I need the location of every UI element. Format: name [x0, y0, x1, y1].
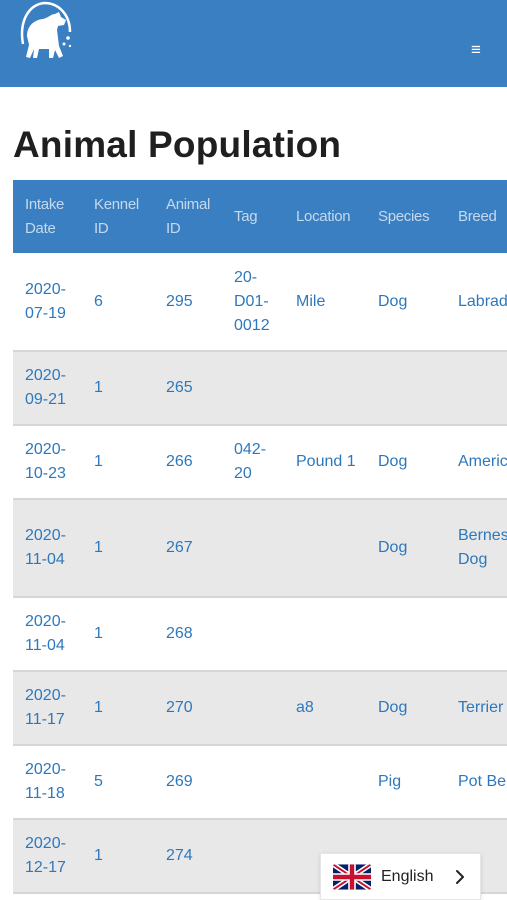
- cell-kennel-id[interactable]: 1: [82, 819, 154, 894]
- cell-location[interactable]: [284, 597, 366, 672]
- cell-location[interactable]: [284, 499, 366, 598]
- cell-location[interactable]: a8: [284, 671, 366, 746]
- cell-animal-id[interactable]: 268: [154, 597, 222, 672]
- cell-intake-date[interactable]: 2020-12-17: [13, 819, 82, 894]
- cell-species[interactable]: [366, 351, 446, 426]
- cell-location[interactable]: [284, 745, 366, 820]
- table-row[interactable]: 2020-09-21 1 265: [13, 351, 507, 426]
- page-title: Animal Population: [13, 124, 342, 165]
- cell-location[interactable]: Mile: [284, 253, 366, 352]
- cell-tag[interactable]: [222, 597, 284, 672]
- cell-animal-id[interactable]: 266: [154, 425, 222, 500]
- cell-kennel-id[interactable]: 1: [82, 425, 154, 500]
- column-header-breed[interactable]: Breed: [446, 180, 507, 253]
- table-header-row: Intake Date Kennel ID Animal ID Tag Loca…: [13, 180, 507, 253]
- animal-table: Intake Date Kennel ID Animal ID Tag Loca…: [13, 180, 507, 894]
- cell-breed[interactable]: Bernes Mount Dog: [446, 499, 507, 598]
- cell-tag[interactable]: [222, 819, 284, 894]
- cell-animal-id[interactable]: 270: [154, 671, 222, 746]
- cell-animal-id[interactable]: 274: [154, 819, 222, 894]
- column-header-location[interactable]: Location: [284, 180, 366, 253]
- cell-kennel-id[interactable]: 1: [82, 671, 154, 746]
- top-navbar: ≡: [0, 0, 507, 87]
- cell-kennel-id[interactable]: 1: [82, 499, 154, 598]
- cell-tag[interactable]: [222, 671, 284, 746]
- table-row[interactable]: 2020-11-18 5 269 Pig Pot Be: [13, 745, 507, 820]
- column-header-species[interactable]: Species: [366, 180, 446, 253]
- cell-tag[interactable]: [222, 351, 284, 426]
- column-header-intake-date[interactable]: Intake Date: [13, 180, 82, 253]
- cell-breed[interactable]: Pot Be: [446, 745, 507, 820]
- uk-flag-icon: [333, 863, 371, 891]
- language-selector[interactable]: English: [320, 853, 481, 900]
- hamburger-icon[interactable]: ≡: [465, 38, 487, 62]
- column-header-animal-id[interactable]: Animal ID: [154, 180, 222, 253]
- language-label: English: [381, 868, 434, 885]
- cell-tag[interactable]: 20-D01-0012: [222, 253, 284, 352]
- cell-kennel-id[interactable]: 6: [82, 253, 154, 352]
- cell-intake-date[interactable]: 2020-09-21: [13, 351, 82, 426]
- table-row[interactable]: 2020-11-04 1 268: [13, 597, 507, 672]
- cell-animal-id[interactable]: 295: [154, 253, 222, 352]
- cell-species[interactable]: Pig: [366, 745, 446, 820]
- cell-species[interactable]: [366, 597, 446, 672]
- cell-animal-id[interactable]: 267: [154, 499, 222, 598]
- table-row[interactable]: 2020-11-17 1 270 a8 Dog Terrier: [13, 671, 507, 746]
- cell-breed[interactable]: Labrad: [446, 253, 507, 352]
- chevron-right-icon: [453, 869, 467, 885]
- cell-tag[interactable]: 042-20: [222, 425, 284, 500]
- cell-tag[interactable]: [222, 499, 284, 598]
- cell-intake-date[interactable]: 2020-11-18: [13, 745, 82, 820]
- cell-kennel-id[interactable]: 1: [82, 597, 154, 672]
- cell-breed[interactable]: Americ Bulldo: [446, 425, 507, 500]
- dog-logo-icon[interactable]: [14, 0, 76, 66]
- cell-species[interactable]: Dog: [366, 671, 446, 746]
- column-header-tag[interactable]: Tag: [222, 180, 284, 253]
- table-row[interactable]: 2020-11-04 1 267 Dog Bernes Mount Dog: [13, 499, 507, 598]
- cell-breed[interactable]: [446, 351, 507, 426]
- cell-breed[interactable]: Terrier: [446, 671, 507, 746]
- cell-intake-date[interactable]: 2020-11-04: [13, 499, 82, 598]
- cell-intake-date[interactable]: 2020-11-04: [13, 597, 82, 672]
- cell-intake-date[interactable]: 2020-07-19: [13, 253, 82, 352]
- cell-kennel-id[interactable]: 5: [82, 745, 154, 820]
- column-header-kennel-id[interactable]: Kennel ID: [82, 180, 154, 253]
- table-row[interactable]: 2020-07-19 6 295 20-D01-0012 Mile Dog La…: [13, 253, 507, 352]
- cell-species[interactable]: Dog: [366, 499, 446, 598]
- cell-breed[interactable]: [446, 597, 507, 672]
- table-row[interactable]: 2020-10-23 1 266 042-20 Pound 1 Dog Amer…: [13, 425, 507, 500]
- cell-animal-id[interactable]: 265: [154, 351, 222, 426]
- cell-animal-id[interactable]: 269: [154, 745, 222, 820]
- cell-kennel-id[interactable]: 1: [82, 351, 154, 426]
- cell-location[interactable]: [284, 351, 366, 426]
- cell-species[interactable]: Dog: [366, 253, 446, 352]
- cell-intake-date[interactable]: 2020-10-23: [13, 425, 82, 500]
- cell-species[interactable]: Dog: [366, 425, 446, 500]
- cell-location[interactable]: Pound 1: [284, 425, 366, 500]
- cell-tag[interactable]: [222, 745, 284, 820]
- animal-table-container[interactable]: Intake Date Kennel ID Animal ID Tag Loca…: [13, 180, 507, 900]
- cell-intake-date[interactable]: 2020-11-17: [13, 671, 82, 746]
